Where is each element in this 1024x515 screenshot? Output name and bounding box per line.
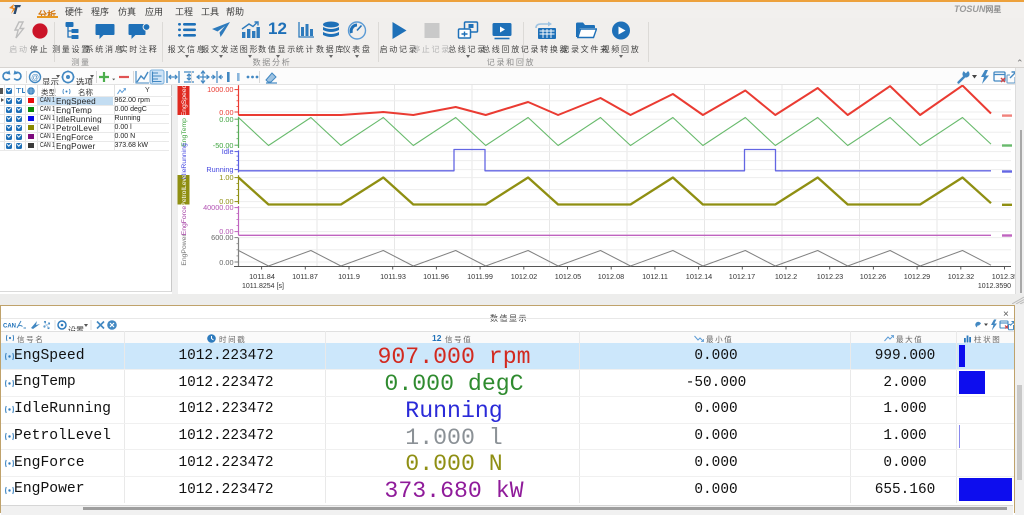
svg-text:EngForce: EngForce	[181, 206, 188, 236]
svg-text:EngPower: EngPower	[181, 234, 188, 266]
svg-text:PetrolLevel: PetrolLevel	[181, 172, 188, 206]
svg-text:@: @	[31, 73, 39, 82]
svg-text:CAN: CAN	[3, 323, 16, 329]
svg-text:EngSpeed: EngSpeed	[181, 85, 188, 116]
svg-text:EngTemp: EngTemp	[181, 118, 188, 147]
